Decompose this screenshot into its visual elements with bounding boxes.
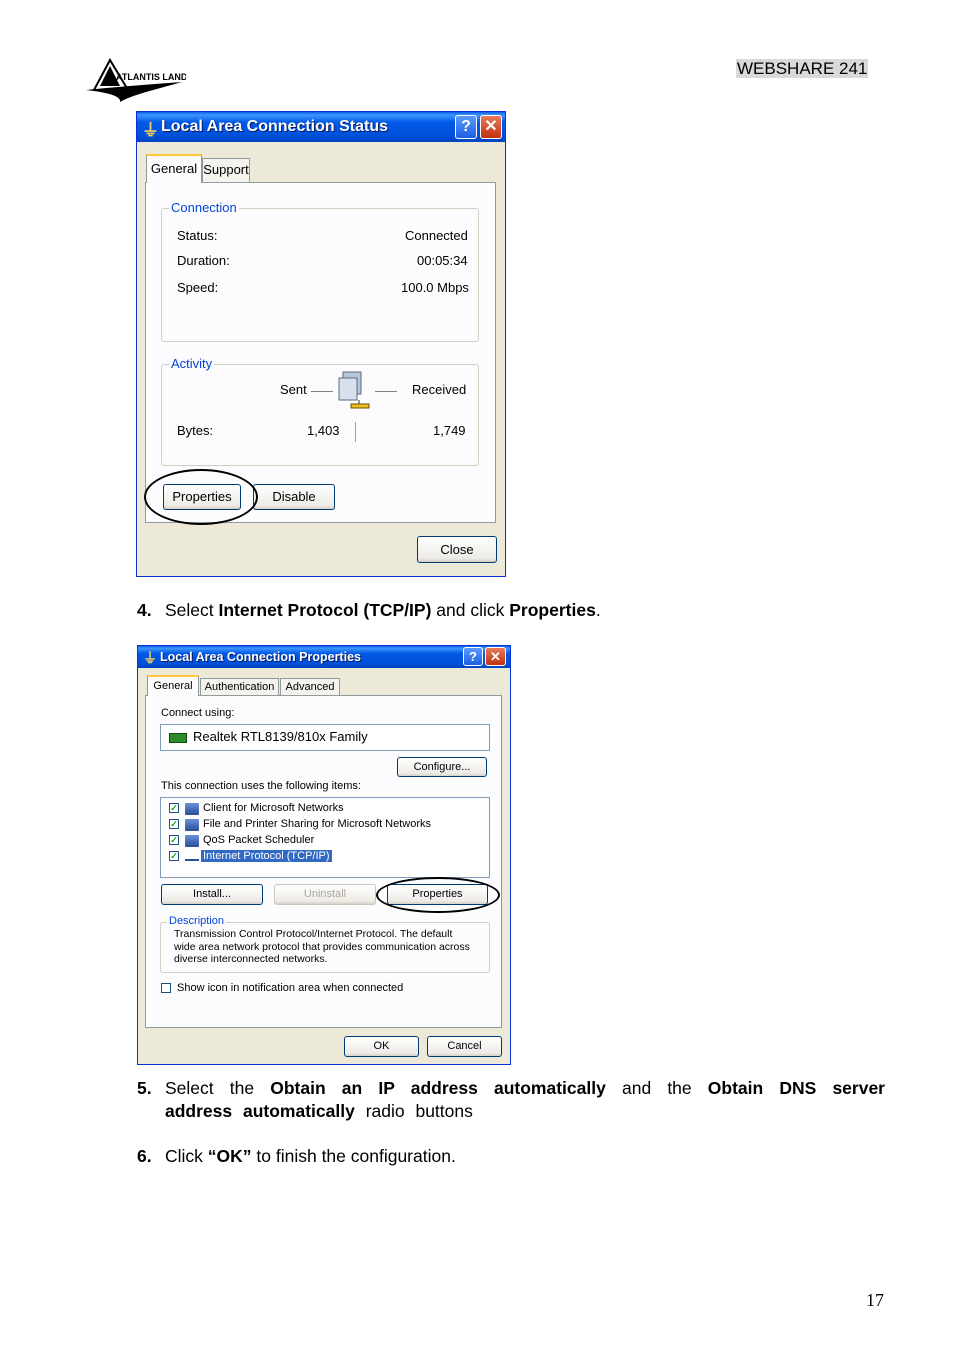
list-item-selected[interactable]: ✓ Internet Protocol (TCP/IP) — [169, 850, 469, 864]
install-button[interactable]: Install... — [161, 884, 263, 905]
highlight-oval — [376, 877, 500, 913]
title-bar: ⏚ Local Area Connection Status ? ✕ — [137, 112, 505, 142]
item-checkbox[interactable]: ✓ — [169, 835, 179, 845]
network-icon: ⏚ — [143, 650, 157, 666]
step-5-text-end: radio buttons — [354, 1101, 473, 1121]
item-checkbox[interactable]: ✓ — [169, 851, 179, 861]
tab-support[interactable]: Support — [202, 158, 250, 182]
item-label: Internet Protocol (TCP/IP) — [201, 850, 332, 862]
step-6-number: 6. — [137, 1146, 152, 1166]
tab-general[interactable]: General — [147, 675, 199, 696]
item-label: Client for Microsoft Networks — [203, 802, 344, 814]
step-4-number: 4. — [137, 600, 152, 620]
speed-value: 100.0 Mbps — [401, 280, 469, 295]
item-label: QoS Packet Scheduler — [203, 834, 315, 846]
sent-line — [311, 391, 333, 392]
client-network-icon — [185, 803, 199, 815]
connection-properties-dialog: ⏚ Local Area Connection Properties ? ✕ G… — [137, 645, 511, 1065]
list-item[interactable]: ✓ QoS Packet Scheduler — [169, 834, 469, 848]
connect-using-label: Connect using: — [161, 707, 235, 719]
adapter-card-icon — [169, 733, 187, 743]
highlight-oval — [144, 469, 258, 525]
step-5: 5. Select the Obtain an IP address autom… — [137, 1077, 885, 1123]
duration-value: 00:05:34 — [417, 253, 468, 268]
adapter-name: Realtek RTL8139/810x Family — [193, 729, 368, 744]
network-icon: ⏚ — [142, 121, 159, 140]
network-computers-icon — [337, 370, 371, 410]
status-label: Status: — [177, 228, 218, 243]
uninstall-button[interactable]: Uninstall — [274, 884, 376, 905]
step-5-number: 5. — [137, 1078, 152, 1098]
step-6-text: Click — [165, 1146, 208, 1166]
show-icon-label: Show icon in notification area when conn… — [177, 982, 404, 994]
ok-button[interactable]: OK — [344, 1036, 419, 1057]
logo-wordmark: ATLANTIS LAND — [116, 72, 186, 82]
speed-label: Speed: — [177, 280, 219, 295]
help-button[interactable]: ? — [455, 115, 477, 139]
page-number: 17 — [866, 1290, 884, 1310]
step-5-bold-ip: Obtain an IP address automatically — [270, 1078, 606, 1098]
step-4-period: . — [595, 600, 601, 620]
configure-button[interactable]: Configure... — [397, 757, 487, 777]
file-sharing-icon — [185, 819, 199, 831]
protocol-icon — [185, 853, 199, 861]
title-bar: ⏚ Local Area Connection Properties ? ✕ — [138, 646, 510, 668]
connection-group-label: Connection — [169, 200, 239, 215]
show-icon-checkbox[interactable] — [161, 983, 171, 993]
step-5-text-mid: and the — [605, 1078, 708, 1098]
qos-scheduler-icon — [185, 835, 199, 847]
item-checkbox[interactable]: ✓ — [169, 803, 179, 813]
dialog-title: Local Area Connection Status — [161, 118, 388, 135]
step-4: 4. Select Internet Protocol (TCP/IP) and… — [137, 599, 885, 622]
list-item[interactable]: ✓ File and Printer Sharing for Microsoft… — [169, 818, 469, 832]
received-label: Received — [412, 382, 467, 397]
received-line — [375, 391, 397, 392]
adapter-field[interactable]: Realtek RTL8139/810x Family — [160, 724, 490, 751]
product-name: WEBSHARE 241 — [736, 59, 869, 78]
components-list[interactable]: ✓ Client for Microsoft Networks ✓ File a… — [160, 797, 490, 878]
tab-general[interactable]: General — [146, 154, 202, 183]
activity-group-label: Activity — [169, 356, 215, 371]
sent-label: Sent — [280, 382, 307, 397]
atlantis-logo: ATLANTIS LAND — [86, 57, 188, 104]
step-6: 6. Click “OK” to finish the configuratio… — [137, 1145, 885, 1168]
item-checkbox[interactable]: ✓ — [169, 819, 179, 829]
item-label: File and Printer Sharing for Microsoft N… — [203, 818, 432, 830]
step-6-text-end: to finish the configuration. — [251, 1146, 456, 1166]
step-5-text: Select the — [165, 1078, 271, 1098]
bytes-divider — [355, 422, 356, 442]
step-4-text: Select — [165, 600, 219, 620]
close-window-button[interactable]: ✕ — [485, 647, 506, 666]
status-value: Connected — [405, 228, 468, 243]
bytes-sent-value: 1,403 — [307, 423, 340, 438]
step-4-bold-protocol: Internet Protocol (TCP/IP) — [218, 600, 432, 620]
bytes-received-value: 1,749 — [433, 423, 466, 438]
step-6-bold-ok: “OK” — [207, 1146, 252, 1166]
list-item[interactable]: ✓ Client for Microsoft Networks — [169, 802, 469, 816]
items-label: This connection uses the following items… — [161, 780, 361, 792]
duration-label: Duration: — [177, 253, 230, 268]
activity-group — [161, 364, 479, 466]
close-button[interactable]: Close — [417, 536, 497, 563]
bytes-label: Bytes: — [177, 423, 214, 438]
dialog-title: Local Area Connection Properties — [160, 650, 361, 664]
close-window-button[interactable]: ✕ — [480, 115, 502, 139]
connection-status-dialog: ⏚ Local Area Connection Status ? ✕ Gener… — [136, 111, 506, 577]
tab-authentication[interactable]: Authentication — [200, 678, 279, 695]
step-4-bold-properties: Properties — [509, 600, 596, 620]
description-group-label: Description — [167, 915, 227, 927]
description-text: Transmission Control Protocol/Internet P… — [174, 928, 470, 965]
step-4-text-mid: and click — [431, 600, 510, 620]
cancel-button[interactable]: Cancel — [427, 1036, 502, 1057]
help-button[interactable]: ? — [463, 647, 483, 666]
disable-button[interactable]: Disable — [253, 484, 335, 510]
tab-advanced[interactable]: Advanced — [280, 678, 340, 695]
